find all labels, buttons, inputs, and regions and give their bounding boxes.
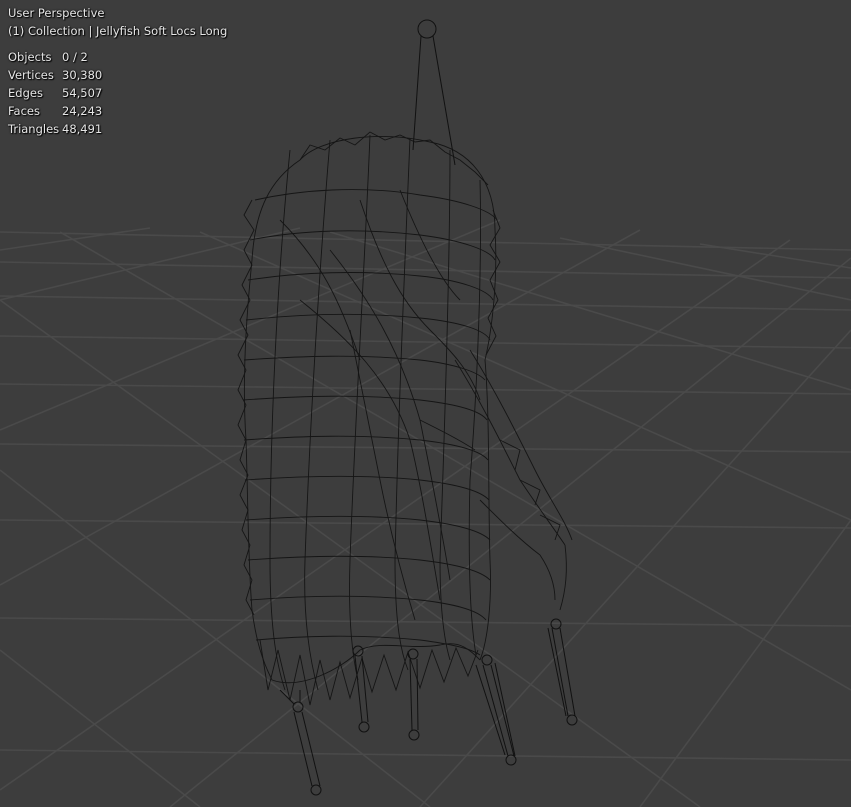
- wireframe-mesh[interactable]: [237, 131, 573, 706]
- bone-joint[interactable]: [566, 714, 578, 726]
- bone-head-joint[interactable]: [417, 19, 437, 39]
- bone-joint[interactable]: [358, 721, 370, 733]
- bone-joint[interactable]: [481, 654, 493, 666]
- bone-joint[interactable]: [310, 784, 322, 796]
- 3d-viewport[interactable]: User Perspective (1) Collection | Jellyf…: [0, 0, 851, 807]
- bone-joint[interactable]: [407, 648, 419, 660]
- viewport-scene[interactable]: [0, 0, 851, 807]
- floor-grid: [0, 219, 851, 807]
- bone-joint[interactable]: [408, 729, 420, 741]
